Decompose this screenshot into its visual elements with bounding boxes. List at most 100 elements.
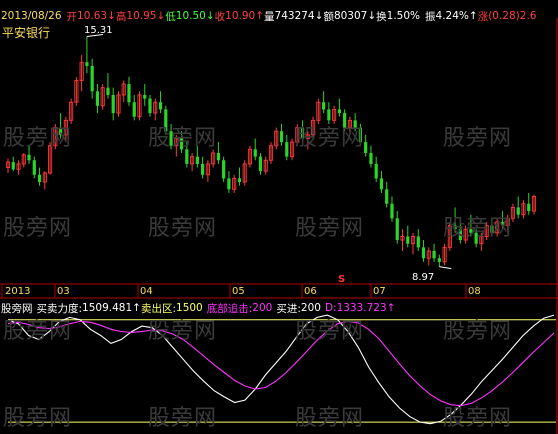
candle-body [222, 160, 226, 179]
watermark-text: 股旁网 [443, 406, 513, 431]
candle-body [421, 247, 426, 259]
change-value: (0.28)2.6 [488, 10, 537, 22]
watermark-text: 股旁网 [148, 319, 218, 344]
low-leader-line [439, 266, 452, 270]
candle-body [111, 94, 115, 114]
candle-body [516, 207, 520, 215]
high-label: 高 [115, 10, 127, 23]
close-label: 收 [214, 10, 226, 23]
month-label: 06 [304, 286, 317, 297]
candle-body [127, 84, 131, 103]
bottom-chase-value: 200 [252, 302, 273, 314]
candle-body [364, 142, 368, 153]
open-value: 10.63 [77, 10, 108, 22]
arrow-up-icon: ↑ [386, 302, 396, 314]
watermark-text: 股旁网 [148, 126, 218, 151]
candle-body [390, 203, 394, 219]
watermark-text: 股旁网 [148, 406, 218, 431]
candle-body [327, 109, 331, 121]
arrow-down-icon: ↓ [367, 10, 377, 22]
month-label: 2013 [5, 286, 31, 297]
candle-body [106, 87, 110, 95]
watermark-text: 股旁网 [443, 319, 513, 344]
buy-value: 200 [300, 302, 321, 314]
candle-body [437, 258, 441, 262]
month-label: 05 [232, 286, 245, 297]
watermark-text: 股旁网 [3, 126, 73, 151]
candle-body [385, 189, 389, 204]
turnover-label: 换 [376, 10, 387, 23]
indicator-header: 股旁网 买卖力度: 1509.481 ↑ 卖出区: 1500 底部追击: 200… [1, 301, 395, 315]
d-label: D: [324, 302, 337, 314]
low-value: 10.50 [175, 10, 206, 22]
candle-body [406, 236, 410, 244]
candle-body [132, 102, 136, 117]
arrow-down-icon: ↓ [107, 10, 116, 22]
month-label: 03 [57, 286, 70, 297]
candle-body [216, 153, 220, 161]
candle-body [90, 65, 94, 92]
buy-sell-label: 买卖力度: [36, 302, 83, 315]
buy-label: 买进: [276, 302, 301, 315]
candle-body [32, 160, 36, 175]
bottom-chase-label: 底部追击: [206, 302, 253, 315]
candle-body [95, 91, 100, 106]
stock-name: 平安银行 [2, 26, 51, 40]
candle-body [416, 236, 420, 248]
candle-body [143, 94, 147, 99]
change-label: 涨 [477, 10, 489, 23]
watermark-text: 股旁网 [3, 406, 73, 431]
d-value: 1333.723 [336, 302, 387, 314]
arrow-down-icon: ↓ [314, 10, 324, 22]
watermark-text: 股旁网 [3, 216, 73, 241]
candle-body [369, 153, 373, 164]
candle-body [279, 131, 284, 143]
candle-body [11, 162, 15, 170]
candle-body [227, 178, 231, 190]
amount-label: 额 [323, 10, 334, 23]
buy-sell-value: 1509.481 [82, 302, 133, 314]
watermark-text: 股旁网 [3, 319, 73, 344]
candle-body [85, 62, 89, 66]
candle-body [237, 178, 242, 183]
volume-value: 743274 [274, 10, 315, 22]
low-label: 低 [165, 10, 176, 23]
month-label: 08 [468, 286, 481, 297]
sell-zone-label: 卖出区: [140, 302, 177, 315]
candle-body [527, 203, 531, 212]
header-date: 2013/08/26 [1, 10, 62, 22]
candle-body [201, 163, 205, 175]
amplitude-value: 4.24% [435, 10, 469, 22]
month-label: 07 [373, 286, 386, 297]
watermark-text: 股旁网 [295, 126, 365, 151]
candle-body [322, 102, 326, 110]
candle-body [37, 174, 42, 183]
open-label: 开 [66, 10, 78, 23]
candle-body [379, 178, 384, 190]
low-price-label: 8.97 [412, 272, 435, 283]
candle-body [337, 109, 341, 114]
watermark-text: 股旁网 [295, 216, 365, 241]
indicator-name: 股旁网 [1, 302, 33, 315]
sell-zone-value: 1500 [176, 302, 203, 314]
arrow-up-icon: ↑ [255, 10, 265, 22]
sell-signal-marker: S [338, 274, 346, 285]
high-price-label: 15.31 [84, 25, 113, 36]
candle-body [432, 250, 436, 259]
arrow-down-icon: ↓ [156, 10, 166, 22]
watermark-text: 股旁网 [148, 216, 218, 241]
watermark-text: 股旁网 [295, 319, 365, 344]
watermark-text: 股旁网 [295, 406, 365, 431]
candle-body [395, 218, 399, 241]
amplitude-label: 振 [425, 10, 436, 23]
watermark-text: 股旁网 [443, 126, 513, 151]
candle-body [195, 156, 199, 164]
volume-label: 量 [264, 10, 275, 23]
arrow-up-icon: ↑ [468, 10, 478, 22]
close-value: 10.90 [225, 10, 256, 22]
turnover-value: 1.50% [386, 10, 421, 22]
arrow-down-icon: ↓ [205, 10, 215, 22]
candle-body [158, 102, 163, 110]
month-label: 04 [140, 286, 153, 297]
quote-header: 2013/08/26 开 10.63 ↓ 高 10.95 ↓ 低 10.50 ↓… [1, 9, 536, 23]
